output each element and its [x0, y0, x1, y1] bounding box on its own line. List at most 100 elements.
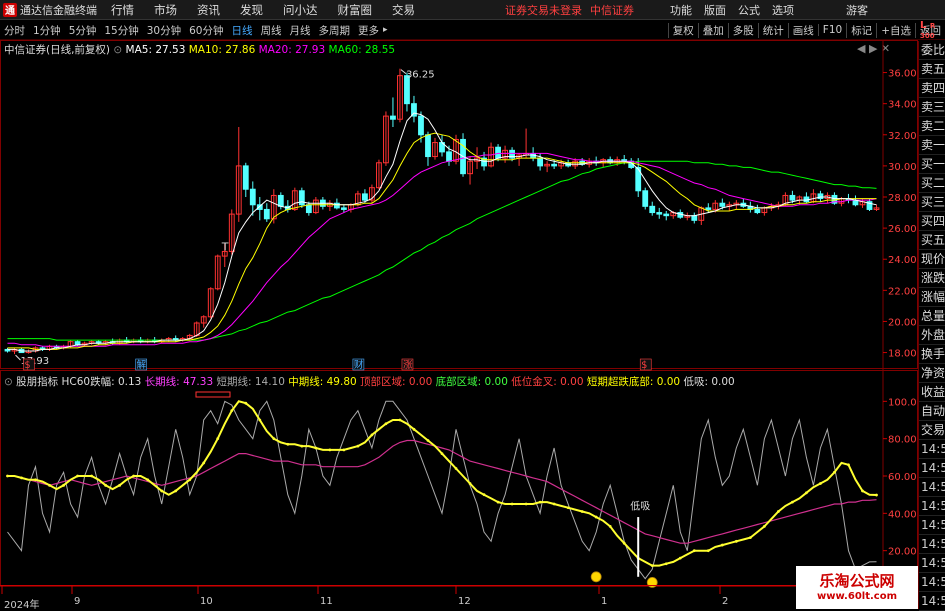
candle-body — [782, 194, 789, 206]
side-item[interactable]: 卖四 — [919, 79, 945, 98]
watermark-logo: 乐淘公式网 www.60lt.com — [796, 566, 918, 609]
candle-body — [726, 204, 733, 207]
side-item[interactable]: 净资 — [919, 364, 945, 383]
tool-adjust[interactable]: 复权 — [667, 22, 698, 38]
indicator-panel-frame — [0, 370, 918, 586]
side-item[interactable]: 买二 — [919, 174, 945, 193]
ind-super: 短期超跌底部: 0.00 — [586, 376, 681, 388]
ind-mid-point — [776, 510, 780, 513]
menu-layout[interactable]: 版面 — [704, 2, 726, 18]
side-item[interactable]: 卖一 — [919, 136, 945, 155]
side-item[interactable]: 外盘 — [919, 326, 945, 345]
side-item[interactable]: 14:5 — [919, 535, 945, 554]
side-item[interactable]: 14:5 — [919, 459, 945, 478]
period-weekly[interactable]: 周线 — [257, 23, 286, 38]
tool-f10[interactable]: F10 — [817, 24, 846, 36]
r-label: L R 300 — [920, 20, 936, 41]
period-monthly[interactable]: 月线 — [286, 23, 315, 38]
tool-stats[interactable]: 统计 — [757, 22, 788, 38]
ind-mid-point — [244, 401, 248, 405]
candle-body — [754, 208, 761, 214]
side-item[interactable]: 现价 — [919, 250, 945, 269]
menu-wealth[interactable]: 财富圈 — [338, 2, 373, 18]
side-item[interactable]: 14:5 — [919, 554, 945, 573]
candle-body — [305, 204, 312, 214]
candle-body — [460, 138, 466, 175]
candle-body — [705, 207, 712, 210]
ind-settings-icon[interactable]: ⊙ — [4, 376, 13, 388]
candle-body — [845, 198, 852, 201]
side-item[interactable]: 卖五 — [919, 60, 945, 79]
period-5min[interactable]: 5分钟 — [65, 23, 101, 38]
tool-draw[interactable]: 画线 — [787, 22, 818, 38]
login-status[interactable]: 证券交易未登录 — [505, 2, 582, 18]
side-item[interactable]: 涨幅 — [919, 288, 945, 307]
guest-user[interactable]: 游客 — [846, 2, 868, 18]
side-item[interactable]: 总量 — [919, 307, 945, 326]
period-1min[interactable]: 1分钟 — [29, 23, 65, 38]
candle-body — [537, 157, 544, 167]
side-item[interactable]: 14:5 — [919, 516, 945, 535]
ma20-line — [7, 152, 877, 347]
side-item[interactable]: 14:5 — [919, 592, 945, 611]
period-30min[interactable]: 30分钟 — [143, 23, 185, 38]
price-tick-label: 20.00 — [888, 317, 917, 328]
menu-market[interactable]: 市场 — [154, 2, 177, 18]
menu-trade[interactable]: 交易 — [392, 2, 415, 18]
side-item[interactable]: 14:5 — [919, 440, 945, 459]
side-item[interactable]: 14:5 — [919, 478, 945, 497]
menu-news[interactable]: 资讯 — [197, 2, 220, 18]
candle-body — [32, 347, 39, 352]
candle-body — [600, 159, 607, 164]
period-tick[interactable]: 分时 — [0, 23, 29, 38]
menu-discover[interactable]: 发现 — [240, 2, 263, 18]
side-item[interactable]: 卖二 — [919, 117, 945, 136]
menu-options[interactable]: 选项 — [772, 2, 794, 18]
menu-ask[interactable]: 问小达 — [283, 2, 318, 18]
side-item[interactable]: 收益 — [919, 383, 945, 402]
side-item[interactable]: 14:5 — [919, 573, 945, 592]
candle-body — [586, 160, 593, 165]
period-60min[interactable]: 60分钟 — [185, 23, 227, 38]
tool-overlay[interactable]: 叠加 — [697, 22, 728, 38]
side-item[interactable]: 换手 — [919, 345, 945, 364]
side-item[interactable]: 涨跌 — [919, 269, 945, 288]
side-item[interactable]: 买三 — [919, 193, 945, 212]
settings-icon[interactable]: ⊙ — [113, 44, 122, 56]
side-item[interactable]: 买四 — [919, 212, 945, 231]
menu-function[interactable]: 功能 — [670, 2, 692, 18]
side-item[interactable]: 14:5 — [919, 497, 945, 516]
period-daily[interactable]: 日线 — [228, 23, 257, 38]
candle-body — [249, 188, 256, 206]
stock-chart[interactable]: 36.00 34.00 32.00 30.00 28.00 26.00 24.00 22.00… — [0, 0, 945, 609]
price-panel-frame — [0, 40, 918, 369]
min-price-label: 17.93 — [21, 356, 50, 367]
tool-mark[interactable]: 标记 — [846, 22, 876, 38]
ind-mid-point — [342, 448, 346, 452]
side-item[interactable]: 交易 — [919, 421, 945, 440]
more-chevron-icon[interactable]: ▸ — [383, 25, 388, 35]
candle-body — [221, 250, 228, 257]
candle-body — [81, 342, 88, 346]
side-item[interactable]: 委比 — [919, 41, 945, 60]
side-item[interactable]: 自动 — [919, 402, 945, 421]
candle-body — [572, 160, 579, 167]
chart-controls[interactable]: ◀ ▶ ✕ — [857, 42, 890, 55]
period-15min[interactable]: 15分钟 — [100, 23, 142, 38]
ind-mid-point — [258, 418, 262, 422]
tool-add-watch[interactable]: +自选 — [876, 22, 915, 38]
ind-top-zone-marker — [195, 391, 231, 398]
ind-mid-point — [160, 489, 164, 493]
candle-body — [663, 213, 670, 217]
candle-body — [130, 339, 137, 343]
tool-multi-stock[interactable]: 多股 — [727, 22, 758, 38]
side-item[interactable]: 卖三 — [919, 98, 945, 117]
menu-formula[interactable]: 公式 — [738, 2, 760, 18]
side-item[interactable]: 买五 — [919, 231, 945, 250]
period-more[interactable]: 更多 — [354, 23, 383, 38]
event-marker-box — [639, 358, 652, 371]
price-tick-label: 30.00 — [888, 162, 917, 173]
period-multi[interactable]: 多周期 — [315, 23, 355, 38]
side-item[interactable]: 买一 — [919, 155, 945, 174]
menu-quotes[interactable]: 行情 — [111, 2, 134, 18]
